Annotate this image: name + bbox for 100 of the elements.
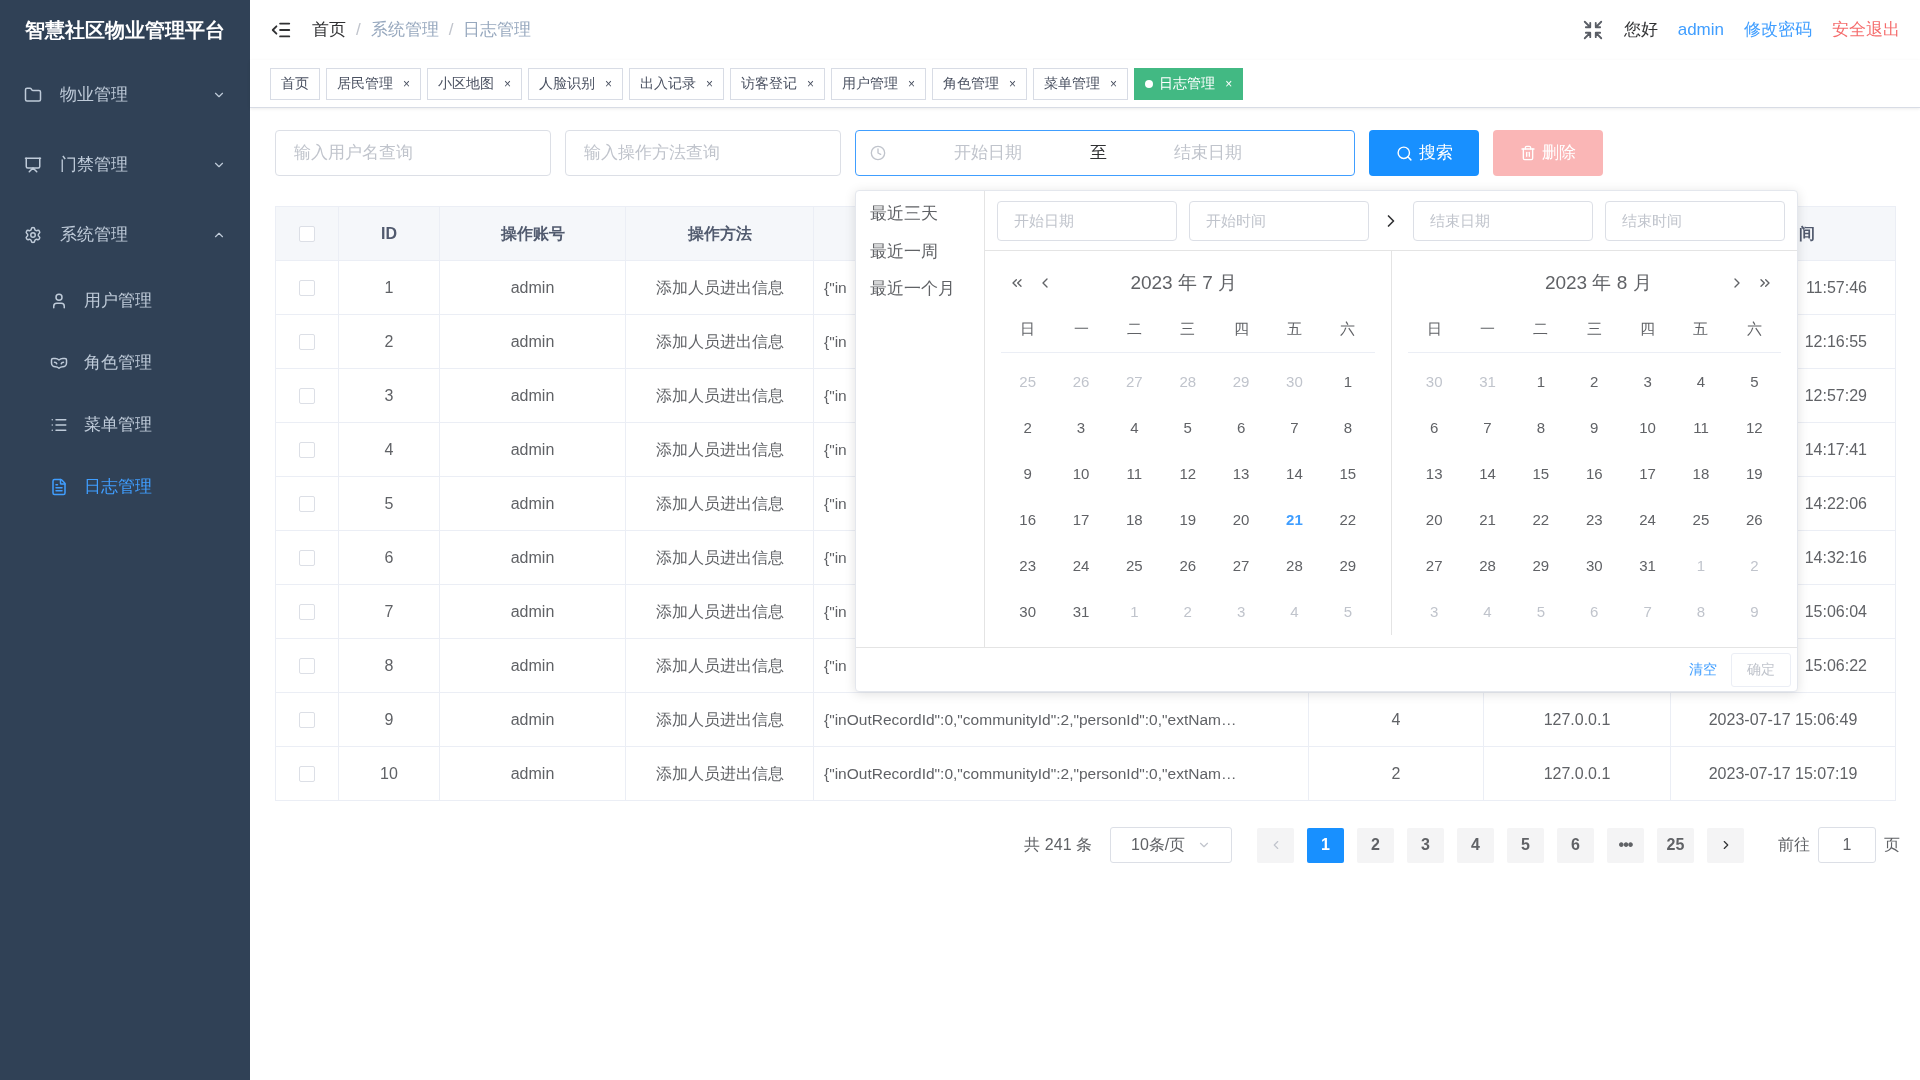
calendar-day[interactable]: 1 <box>1536 370 1546 394</box>
end-date-field[interactable]: 结束日期 <box>1413 200 1593 241</box>
page-tab[interactable]: 人脸识别 × <box>528 67 624 100</box>
calendar-day[interactable]: 4 <box>1696 370 1706 394</box>
calendar-day[interactable]: 6 <box>1236 416 1246 440</box>
calendar-day[interactable]: 12 <box>1745 416 1763 440</box>
calendar-day[interactable]: 14 <box>1479 462 1496 486</box>
goto-page-field[interactable]: 1 <box>1818 827 1876 863</box>
row-checkbox[interactable] <box>299 658 315 675</box>
calendar-day[interactable]: 24 <box>1072 554 1090 578</box>
sidebar-submenu-item[interactable]: 菜单管理 <box>0 394 250 456</box>
calendar-day[interactable]: 23 <box>1585 508 1603 532</box>
calendar-day[interactable]: 31 <box>1072 600 1090 624</box>
end-time-field[interactable]: 结束时间 <box>1605 200 1785 241</box>
calendar-day[interactable]: 25 <box>1692 508 1710 532</box>
next-page-button[interactable] <box>1707 827 1744 863</box>
row-checkbox[interactable] <box>299 604 315 621</box>
sidebar-submenu-item[interactable]: 角色管理 <box>0 332 250 394</box>
tab-close-button[interactable]: × <box>504 74 512 93</box>
calendar-day[interactable]: 18 <box>1692 462 1710 486</box>
username-search-field[interactable]: 输入用户名查询 <box>275 130 551 176</box>
calendar-day[interactable]: 19 <box>1745 462 1763 486</box>
tab-close-button[interactable]: × <box>403 74 410 93</box>
tab-close-button[interactable]: × <box>1009 74 1017 93</box>
row-checkbox[interactable] <box>299 334 315 351</box>
calendar-day[interactable]: 5 <box>1183 416 1192 440</box>
calendar-day[interactable]: 1 <box>1343 370 1352 394</box>
calendar-day[interactable]: 20 <box>1425 508 1443 532</box>
tab-close-button[interactable]: × <box>605 74 613 93</box>
calendar-day[interactable]: 2 <box>1023 416 1032 440</box>
calendar-day[interactable]: 25 <box>1126 554 1143 578</box>
start-date-field[interactable]: 开始日期 <box>997 200 1177 241</box>
calendar-day[interactable]: 13 <box>1232 462 1250 486</box>
date-range-field[interactable]: 开始日期 至 结束日期 <box>855 130 1355 176</box>
calendar-day[interactable]: 12 <box>1179 462 1197 486</box>
calendar-day[interactable]: 11 <box>1693 416 1709 440</box>
method-search-field[interactable]: 输入操作方法查询 <box>565 130 841 176</box>
tab-close-button[interactable]: × <box>807 74 815 93</box>
calendar-day[interactable]: 29 <box>1339 554 1357 578</box>
calendar-day[interactable]: 28 <box>1286 554 1303 578</box>
calendar-day[interactable]: 22 <box>1339 508 1357 532</box>
calendar-day[interactable]: 26 <box>1745 508 1763 532</box>
page-button[interactable]: 3 <box>1407 827 1444 863</box>
calendar-day[interactable]: 31 <box>1639 554 1656 578</box>
row-checkbox[interactable] <box>299 712 315 729</box>
calendar-day[interactable]: 22 <box>1532 508 1550 532</box>
calendar-day[interactable]: 10 <box>1639 416 1656 440</box>
calendar-day[interactable]: 10 <box>1072 462 1090 486</box>
page-size-select[interactable]: 10条/页 <box>1110 827 1232 863</box>
page-button[interactable]: 25 <box>1657 827 1694 863</box>
row-checkbox[interactable] <box>299 766 315 783</box>
page-tab[interactable]: 首页 <box>270 67 320 100</box>
calendar-day[interactable]: 14 <box>1286 462 1303 486</box>
page-button[interactable]: 2 <box>1357 827 1394 863</box>
calendar-day[interactable]: 30 <box>1585 554 1603 578</box>
calendar-day[interactable]: 26 <box>1179 554 1197 578</box>
page-button[interactable]: 5 <box>1507 827 1544 863</box>
calendar-day[interactable]: 4 <box>1130 416 1139 440</box>
page-tab[interactable]: 小区地图 × <box>427 67 523 100</box>
page-tab[interactable]: 访客登记 × <box>730 67 826 100</box>
search-button[interactable]: 搜索 <box>1369 130 1479 176</box>
tab-close-button[interactable]: × <box>706 74 714 93</box>
calendar-day[interactable]: 29 <box>1532 554 1550 578</box>
calendar-day[interactable]: 11 <box>1126 462 1143 486</box>
calendar-day[interactable]: 18 <box>1126 508 1143 532</box>
calendar-day[interactable]: 30 <box>1019 600 1036 624</box>
page-button[interactable]: 6 <box>1557 827 1594 863</box>
calendar-day[interactable]: 28 <box>1479 554 1496 578</box>
calendar-day[interactable]: 5 <box>1750 370 1759 394</box>
row-checkbox[interactable] <box>299 550 315 567</box>
row-checkbox[interactable] <box>299 388 315 405</box>
shrink-icon[interactable] <box>1581 19 1604 41</box>
calendar-day[interactable]: 9 <box>1023 462 1032 486</box>
row-checkbox[interactable] <box>299 280 315 297</box>
page-tab[interactable]: 用户管理 × <box>831 67 927 100</box>
page-tab[interactable]: 居民管理 × <box>326 67 421 100</box>
calendar-day[interactable]: 2 <box>1590 370 1599 394</box>
calendar-day[interactable]: 21 <box>1479 508 1496 532</box>
tab-close-button[interactable]: × <box>1110 74 1118 93</box>
row-checkbox[interactable] <box>299 226 315 243</box>
sidebar-submenu-item[interactable]: 用户管理 <box>0 270 250 332</box>
calendar-day[interactable]: 8 <box>1536 416 1546 440</box>
tab-close-button[interactable]: × <box>908 74 916 93</box>
row-checkbox[interactable] <box>299 496 315 513</box>
calendar-day[interactable]: 8 <box>1343 416 1352 440</box>
sidebar-menu-item[interactable]: 系统管理 <box>0 200 250 270</box>
breadcrumb-item[interactable]: 首页 <box>312 17 346 43</box>
shortcut-option[interactable]: 最近一个月 <box>870 276 984 302</box>
start-time-field[interactable]: 开始时间 <box>1189 200 1369 241</box>
sidebar-menu-item[interactable]: 物业管理 <box>0 60 250 130</box>
calendar-day[interactable]: 19 <box>1179 508 1197 532</box>
sidebar-submenu-item[interactable]: 日志管理 <box>0 456 250 518</box>
calendar-day[interactable]: 15 <box>1339 462 1357 486</box>
calendar-day[interactable]: 27 <box>1232 554 1250 578</box>
row-checkbox[interactable] <box>299 442 315 459</box>
more-pages-button[interactable]: ••• <box>1607 827 1644 863</box>
calendar-day[interactable]: 16 <box>1585 462 1603 486</box>
page-button[interactable]: 1 <box>1307 827 1344 863</box>
calendar-day[interactable]: 23 <box>1019 554 1036 578</box>
page-tab[interactable]: 出入记录 × <box>629 67 725 100</box>
